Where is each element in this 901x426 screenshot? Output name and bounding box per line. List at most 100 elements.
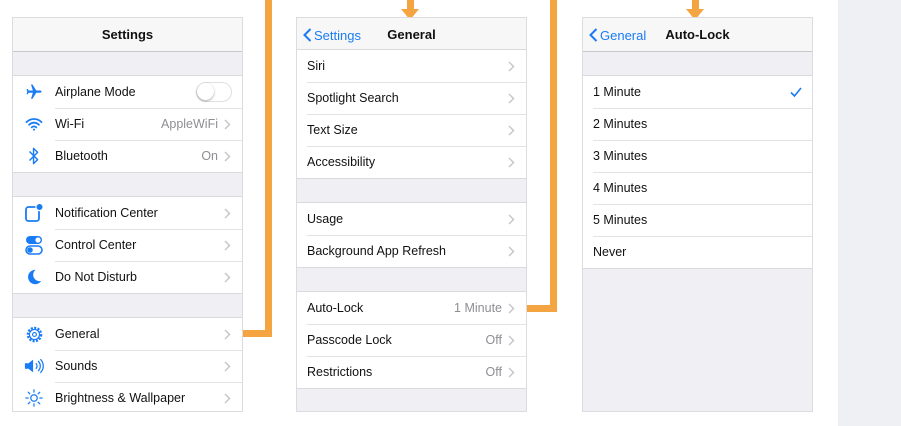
chevron-right-icon bbox=[508, 213, 516, 225]
back-label: Settings bbox=[314, 27, 361, 43]
airplane-mode-toggle[interactable] bbox=[196, 82, 232, 102]
notification-center-icon bbox=[23, 202, 45, 224]
chevron-right-icon bbox=[224, 271, 232, 283]
option-2-minutes[interactable]: 2 Minutes bbox=[583, 108, 812, 140]
page-title: General bbox=[387, 27, 436, 42]
row-label: Accessibility bbox=[307, 155, 376, 169]
settings-item-brightness-wallpaper[interactable]: Brightness & Wallpaper bbox=[13, 382, 242, 411]
back-label: General bbox=[600, 27, 647, 43]
general-item-background-app-refresh[interactable]: Background App Refresh bbox=[297, 235, 526, 267]
settings-navbar: Settings bbox=[13, 18, 242, 52]
general-item-spotlight-search[interactable]: Spotlight Search bbox=[297, 82, 526, 114]
side-background bbox=[838, 0, 901, 426]
auto-lock-screen: General Auto-Lock 1 Minute 2 Minutes 3 M… bbox=[582, 17, 813, 412]
chevron-right-icon bbox=[224, 118, 232, 130]
airplane-icon bbox=[23, 81, 45, 103]
chevron-right-icon bbox=[224, 207, 232, 219]
general-screen: Settings General Siri Spotlight Search T… bbox=[296, 17, 527, 412]
settings-item-airplane-mode[interactable]: Airplane Mode bbox=[13, 76, 242, 108]
auto-lock-navbar: General Auto-Lock bbox=[583, 18, 812, 52]
settings-screen: Settings Airplane Mode Wi-Fi AppleWiFi B… bbox=[12, 17, 243, 412]
passcode-lock-value: Off bbox=[485, 333, 502, 347]
general-item-restrictions[interactable]: Restrictions Off bbox=[297, 356, 526, 388]
general-item-siri[interactable]: Siri bbox=[297, 50, 526, 82]
row-label: 5 Minutes bbox=[593, 213, 648, 227]
chevron-right-icon bbox=[508, 334, 516, 346]
general-group-2: Usage Background App Refresh bbox=[297, 202, 526, 268]
chevron-right-icon bbox=[508, 302, 516, 314]
general-group-3: Auto-Lock 1 Minute Passcode Lock Off Res… bbox=[297, 291, 526, 389]
settings-group-connectivity: Airplane Mode Wi-Fi AppleWiFi Bluetooth … bbox=[13, 75, 242, 173]
chevron-right-icon bbox=[508, 92, 516, 104]
settings-item-bluetooth[interactable]: Bluetooth On bbox=[13, 140, 242, 172]
page-title: Settings bbox=[101, 27, 154, 42]
chevron-right-icon bbox=[224, 239, 232, 251]
general-item-auto-lock[interactable]: Auto-Lock 1 Minute bbox=[297, 292, 526, 324]
sun-icon bbox=[23, 387, 45, 409]
back-button[interactable]: Settings bbox=[303, 18, 361, 52]
settings-item-wifi[interactable]: Wi-Fi AppleWiFi bbox=[13, 108, 242, 140]
row-label: General bbox=[55, 327, 100, 341]
bluetooth-value: On bbox=[201, 149, 218, 163]
chevron-right-icon bbox=[224, 328, 232, 340]
back-button[interactable]: General bbox=[589, 18, 646, 52]
chevron-left-icon bbox=[303, 28, 312, 42]
settings-group-general: General Sounds Brightness & Wallpaper bbox=[13, 317, 242, 411]
auto-lock-options: 1 Minute 2 Minutes 3 Minutes 4 Minutes 5… bbox=[583, 75, 812, 269]
row-label: Brightness & Wallpaper bbox=[55, 391, 186, 405]
settings-item-sounds[interactable]: Sounds bbox=[13, 350, 242, 382]
general-navbar: Settings General bbox=[297, 18, 526, 52]
wifi-icon bbox=[23, 113, 45, 135]
chevron-left-icon bbox=[589, 28, 598, 42]
gear-icon bbox=[23, 323, 45, 345]
option-1-minute[interactable]: 1 Minute bbox=[583, 76, 812, 108]
general-item-text-size[interactable]: Text Size bbox=[297, 114, 526, 146]
settings-group-notifications: Notification Center Control Center Do No… bbox=[13, 196, 242, 294]
general-item-accessibility[interactable]: Accessibility bbox=[297, 146, 526, 178]
general-item-usage[interactable]: Usage bbox=[297, 203, 526, 235]
row-label: Usage bbox=[307, 212, 344, 226]
chevron-right-icon bbox=[224, 150, 232, 162]
row-label: 2 Minutes bbox=[593, 117, 648, 131]
general-item-passcode-lock[interactable]: Passcode Lock Off bbox=[297, 324, 526, 356]
settings-item-notification-center[interactable]: Notification Center bbox=[13, 197, 242, 229]
chevron-right-icon bbox=[508, 245, 516, 257]
chevron-right-icon bbox=[224, 360, 232, 372]
settings-item-do-not-disturb[interactable]: Do Not Disturb bbox=[13, 261, 242, 293]
row-label: Siri bbox=[307, 59, 326, 73]
auto-lock-value: 1 Minute bbox=[454, 301, 502, 315]
restrictions-value: Off bbox=[485, 365, 502, 379]
control-center-icon bbox=[23, 234, 45, 256]
row-label: Never bbox=[593, 245, 627, 259]
option-never[interactable]: Never bbox=[583, 236, 812, 268]
row-label: Restrictions bbox=[307, 365, 373, 379]
row-label: 1 Minute bbox=[593, 85, 641, 99]
option-5-minutes[interactable]: 5 Minutes bbox=[583, 204, 812, 236]
option-4-minutes[interactable]: 4 Minutes bbox=[583, 172, 812, 204]
row-label: Wi-Fi bbox=[55, 117, 85, 131]
row-label: 3 Minutes bbox=[593, 149, 648, 163]
row-label: Airplane Mode bbox=[55, 85, 136, 99]
general-group-1: Siri Spotlight Search Text Size Accessib… bbox=[297, 49, 526, 179]
chevron-right-icon bbox=[508, 124, 516, 136]
chevron-right-icon bbox=[508, 366, 516, 378]
row-label: Auto-Lock bbox=[307, 301, 364, 315]
row-label: Bluetooth bbox=[55, 149, 108, 163]
moon-icon bbox=[23, 266, 45, 288]
row-label: Notification Center bbox=[55, 206, 158, 220]
chevron-right-icon bbox=[224, 392, 232, 404]
wifi-value: AppleWiFi bbox=[161, 117, 218, 131]
row-label: Text Size bbox=[307, 123, 358, 137]
chevron-right-icon bbox=[508, 60, 516, 72]
row-label: Control Center bbox=[55, 238, 137, 252]
row-label: Spotlight Search bbox=[307, 91, 399, 105]
row-label: Background App Refresh bbox=[307, 244, 446, 258]
bluetooth-icon bbox=[23, 145, 45, 167]
page-title: Auto-Lock bbox=[665, 27, 730, 42]
row-label: 4 Minutes bbox=[593, 181, 648, 195]
settings-item-control-center[interactable]: Control Center bbox=[13, 229, 242, 261]
checkmark-icon bbox=[790, 87, 802, 97]
option-3-minutes[interactable]: 3 Minutes bbox=[583, 140, 812, 172]
settings-item-general[interactable]: General bbox=[13, 318, 242, 350]
speaker-icon bbox=[23, 355, 45, 377]
